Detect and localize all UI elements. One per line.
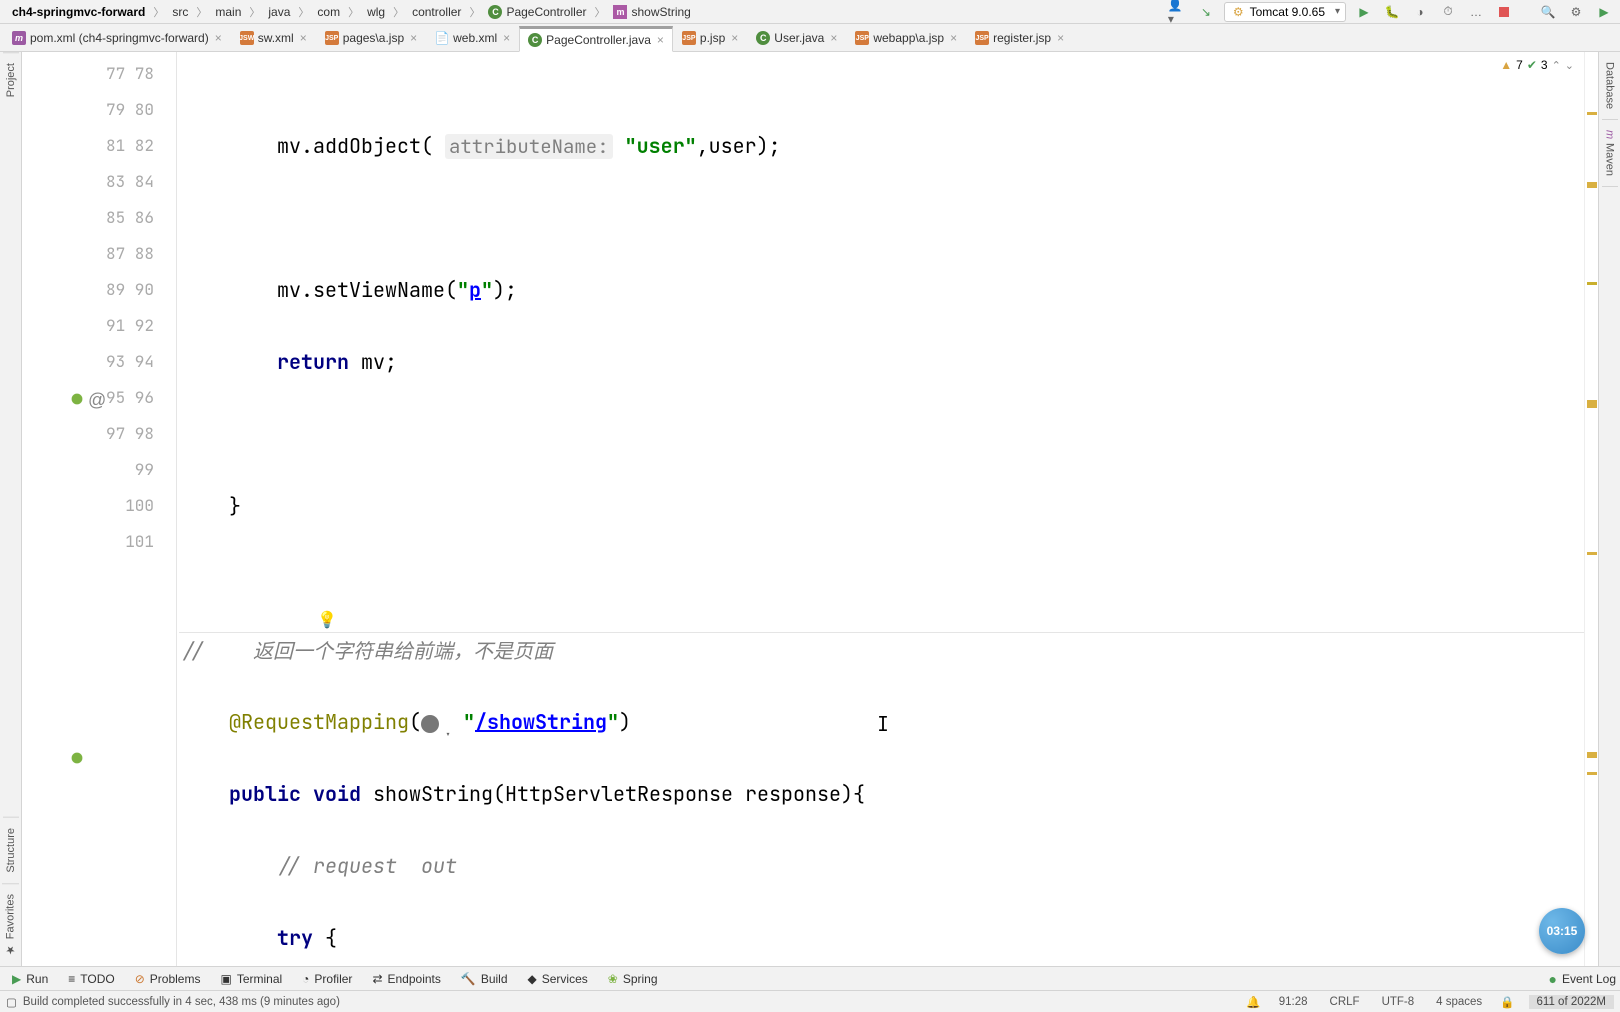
- tool-build[interactable]: 🔨Build: [453, 970, 516, 988]
- globe-icon[interactable]: [421, 715, 439, 733]
- tool-profiler[interactable]: ◔Profiler: [294, 970, 360, 988]
- tool-terminal[interactable]: ▣Terminal: [212, 970, 290, 988]
- tool-problems[interactable]: ⊘Problems: [127, 970, 209, 988]
- next-highlight-icon[interactable]: ⌄: [1565, 59, 1574, 72]
- editor-tab-bar: mpom.xml (ch4-springmvc-forward)× JSWsw.…: [0, 24, 1620, 52]
- text-cursor-icon: I: [877, 706, 889, 742]
- tab-pagecontroller[interactable]: CPageController.java×: [519, 26, 673, 52]
- tab-webxml[interactable]: 📄web.xml×: [426, 25, 519, 51]
- tab-webappajsp[interactable]: JSPwebapp\a.jsp×: [846, 25, 966, 51]
- warning-count: 7: [1516, 58, 1523, 72]
- indent-info[interactable]: 4 spaces: [1432, 996, 1486, 1008]
- line-numbers: 77 78 79 80 81 82 83 84 85 86 87 88 89 9…: [97, 52, 176, 966]
- line-separator[interactable]: CRLF: [1326, 996, 1364, 1008]
- crumb-project[interactable]: ch4-springmvc-forward: [6, 4, 151, 20]
- build-hammer-icon[interactable]: ↘: [1196, 2, 1216, 22]
- typo-icon: ✔: [1527, 58, 1537, 72]
- cursor-position[interactable]: 91:28: [1275, 996, 1312, 1008]
- status-message: Build completed successfully in 4 sec, 4…: [23, 996, 340, 1008]
- xml-icon: 📄: [435, 31, 449, 45]
- memory-indicator[interactable]: 611 of 2022M: [1529, 995, 1614, 1009]
- tab-pom[interactable]: mpom.xml (ch4-springmvc-forward)×: [3, 25, 231, 51]
- notifications-icon[interactable]: 🔔: [1246, 995, 1260, 1009]
- event-log-button[interactable]: ●Event Log: [1548, 971, 1616, 987]
- gutter-icons: @: [22, 52, 97, 966]
- bottom-tool-bar: ▶Run ≡TODO ⊘Problems ▣Terminal ◔Profiler…: [0, 966, 1620, 990]
- search-everywhere-icon[interactable]: 🔍: [1538, 2, 1558, 22]
- sidebar-structure[interactable]: Structure: [3, 817, 19, 883]
- error-stripe[interactable]: [1584, 52, 1598, 966]
- tab-swxml[interactable]: JSWsw.xml×: [231, 25, 316, 51]
- crumb-controller[interactable]: controller: [406, 4, 467, 20]
- debug-button[interactable]: 🐛: [1382, 2, 1402, 22]
- warning-icon: ▲: [1500, 58, 1512, 72]
- at-icon[interactable]: @: [88, 390, 106, 408]
- code-area[interactable]: 💡 mv.addObject( attributeName: "user",us…: [177, 52, 1584, 966]
- user-icon[interactable]: 👤▾: [1168, 2, 1188, 22]
- spring-icon[interactable]: [68, 749, 86, 767]
- intention-bulb-icon[interactable]: 💡: [317, 602, 337, 638]
- navigation-bar: ch4-springmvc-forward 〉 src 〉 main 〉 jav…: [0, 0, 1620, 24]
- crumb-wlg[interactable]: wlg: [361, 4, 391, 20]
- breadcrumb: ch4-springmvc-forward 〉 src 〉 main 〉 jav…: [6, 4, 1168, 20]
- sidebar-database[interactable]: Database: [1602, 52, 1618, 120]
- editor[interactable]: @ 77 78 79 80 81 82 83 84 85 86 87 88 89…: [22, 52, 1598, 966]
- sidebar-project[interactable]: Project: [3, 52, 19, 107]
- settings-icon[interactable]: ⚙: [1566, 2, 1586, 22]
- tool-run[interactable]: ▶Run: [4, 970, 56, 988]
- tab-register[interactable]: JSPregister.jsp×: [966, 25, 1073, 51]
- param-hint: attributeName:: [445, 134, 613, 159]
- main-area: Project Structure ★ Favorites @ 77 78 79…: [0, 52, 1620, 966]
- tomcat-icon: ⚙: [1233, 5, 1244, 19]
- stop-button[interactable]: [1494, 2, 1514, 22]
- tool-todo[interactable]: ≡TODO: [60, 970, 122, 988]
- tab-pjsp[interactable]: JSPp.jsp×: [673, 25, 747, 51]
- tab-pagesajsp[interactable]: JSPpages\a.jsp×: [316, 25, 426, 51]
- profiler-button[interactable]: ⏱: [1438, 2, 1458, 22]
- status-icon: ▢: [6, 995, 17, 1009]
- lock-icon[interactable]: 🔒: [1500, 995, 1514, 1009]
- coverage-button[interactable]: ◑: [1410, 2, 1430, 22]
- crumb-sep: 〉: [153, 4, 164, 20]
- run-button[interactable]: ▶: [1354, 2, 1374, 22]
- run-config-label: Tomcat 9.0.65: [1250, 5, 1325, 19]
- crumb-java[interactable]: java: [262, 4, 296, 20]
- more-run-icon[interactable]: …: [1466, 2, 1486, 22]
- tool-spring[interactable]: ❀Spring: [600, 970, 666, 988]
- jrebel-icon[interactable]: ▶: [1594, 2, 1614, 22]
- event-indicator-icon: ●: [1548, 971, 1556, 987]
- typo-count: 3: [1541, 58, 1548, 72]
- spring-icon[interactable]: [68, 390, 86, 408]
- prev-highlight-icon[interactable]: ⌃: [1552, 59, 1561, 72]
- left-tool-strip: Project Structure ★ Favorites: [0, 52, 22, 966]
- nav-toolbar: 👤▾ ↘ ⚙ Tomcat 9.0.65 ▶ 🐛 ◑ ⏱ … 🔍 ⚙ ▶: [1168, 2, 1614, 22]
- right-tool-strip: Database m Maven: [1598, 52, 1620, 966]
- close-icon[interactable]: ×: [215, 31, 222, 45]
- tool-endpoints[interactable]: ⇄Endpoints: [364, 970, 448, 988]
- crumb-src[interactable]: src: [166, 4, 194, 20]
- sidebar-maven[interactable]: m Maven: [1602, 120, 1618, 187]
- inspection-widget[interactable]: ▲ 7 ✔ 3 ⌃ ⌄: [1494, 56, 1580, 74]
- file-encoding[interactable]: UTF-8: [1378, 996, 1419, 1008]
- crumb-main[interactable]: main: [209, 4, 247, 20]
- gutter: @ 77 78 79 80 81 82 83 84 85 86 87 88 89…: [22, 52, 177, 966]
- tab-user[interactable]: CUser.java×: [747, 25, 846, 51]
- crumb-method[interactable]: mshowString: [607, 4, 696, 20]
- timer-badge[interactable]: 03:15: [1539, 908, 1585, 954]
- tool-services[interactable]: ◆Services: [520, 970, 596, 988]
- sidebar-favorites[interactable]: ★ Favorites: [2, 883, 19, 966]
- crumb-class[interactable]: CPageController: [482, 4, 592, 20]
- crumb-com[interactable]: com: [311, 4, 346, 20]
- status-bar: ▢ Build completed successfully in 4 sec,…: [0, 990, 1620, 1012]
- run-config-selector[interactable]: ⚙ Tomcat 9.0.65: [1224, 2, 1346, 22]
